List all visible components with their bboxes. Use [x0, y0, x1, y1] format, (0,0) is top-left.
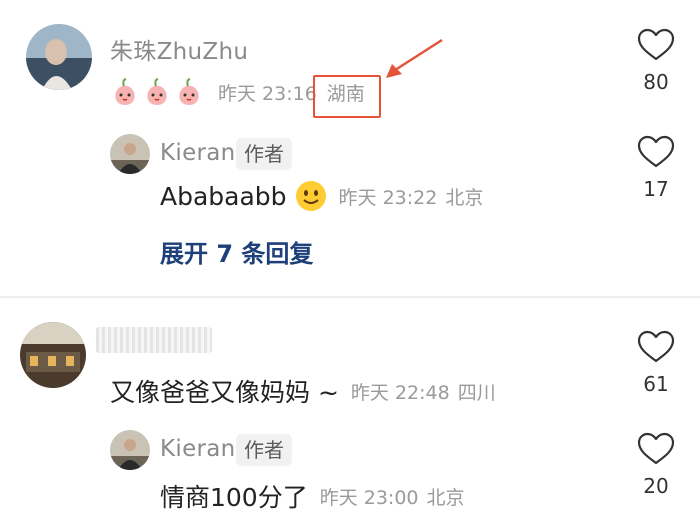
smile-emoji-icon	[295, 181, 326, 211]
peach-sticker-icon	[174, 77, 204, 107]
like-count: 17	[643, 177, 669, 201]
commenter-username[interactable]: 朱珠ZhuZhu	[110, 32, 248, 66]
heart-outline-icon	[637, 432, 675, 465]
commenter-avatar[interactable]	[20, 322, 86, 388]
reply-text: Ababaabb	[160, 181, 287, 211]
like-count: 80	[643, 70, 669, 94]
reply-time: 昨天 23:00	[319, 486, 419, 509]
reply-body: Ababaabb 昨天 23:22 北京	[160, 180, 483, 212]
peach-sticker-icon	[142, 77, 172, 107]
blurred-username-placeholder	[96, 327, 212, 353]
heart-outline-icon	[637, 28, 675, 61]
reply-username[interactable]: Kieran	[160, 140, 236, 166]
reply-avatar[interactable]	[110, 430, 150, 470]
like-button[interactable]: 61	[626, 330, 686, 396]
like-button[interactable]: 17	[626, 135, 686, 201]
reply-avatar[interactable]	[110, 134, 150, 174]
heart-outline-icon	[637, 330, 675, 363]
location-highlight-box	[313, 75, 381, 118]
reply-username[interactable]: Kieran	[160, 436, 236, 462]
comment-time: 昨天 22:48	[350, 381, 450, 404]
like-button[interactable]: 80	[626, 28, 686, 94]
comment-text: 又像爸爸又像妈妈 ~	[110, 378, 339, 407]
reply-time: 昨天 23:22	[338, 186, 438, 209]
heart-outline-icon	[637, 135, 675, 168]
comment-time: 昨天 23:16	[218, 82, 317, 105]
commenter-avatar[interactable]	[26, 24, 92, 90]
reply-text: 情商100分了	[160, 483, 308, 512]
peach-sticker-icon	[110, 77, 140, 107]
author-badge: 作者	[236, 434, 292, 466]
comments-screen: 朱珠ZhuZhu 昨天 23:16 湖南 80 Kieran 作者 Ababaa…	[0, 0, 700, 513]
comment-divider	[0, 296, 700, 298]
like-button[interactable]: 20	[626, 432, 686, 498]
comment-body: 又像爸爸又像妈妈 ~ 昨天 22:48 四川	[110, 373, 496, 409]
like-count: 20	[643, 474, 669, 498]
expand-replies-link[interactable]: 展开 7 条回复	[160, 234, 313, 269]
author-badge: 作者	[236, 138, 292, 170]
reply-location: 北京	[445, 186, 484, 209]
like-count: 61	[643, 372, 669, 396]
annotation-arrow-icon	[386, 38, 443, 78]
reply-location: 北京	[426, 486, 465, 509]
comment-location: 四川	[457, 381, 496, 404]
reply-body: 情商100分了 昨天 23:00 北京	[160, 478, 465, 513]
